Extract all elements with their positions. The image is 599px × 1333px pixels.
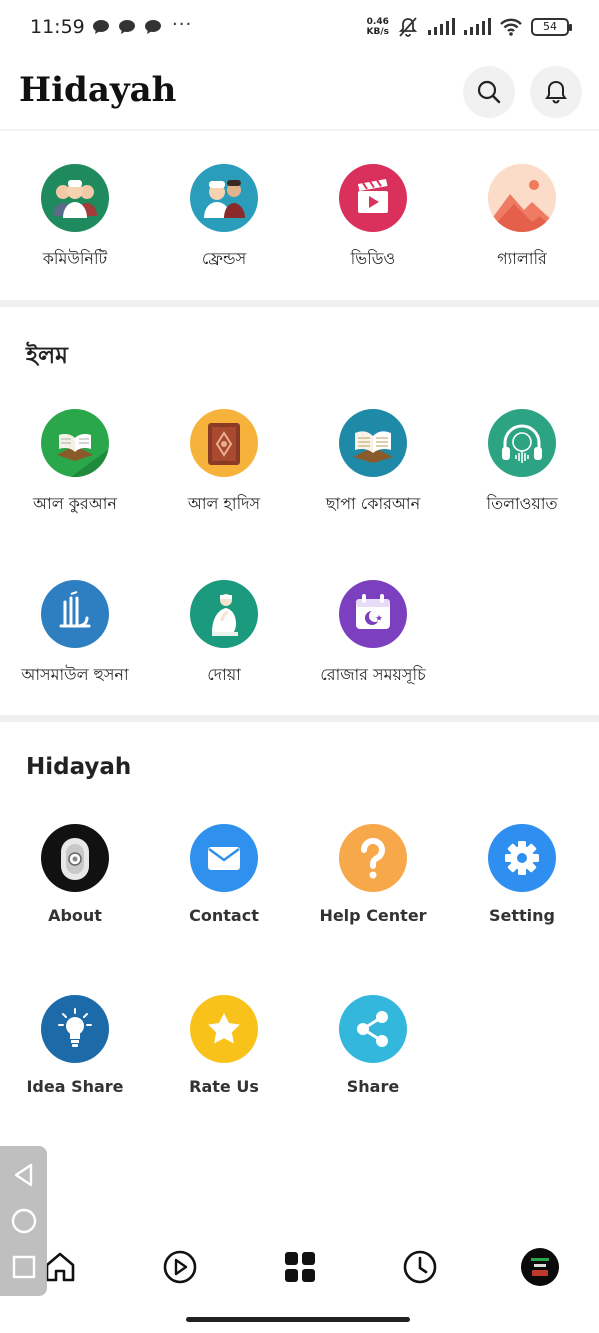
chat-bubble-icon	[145, 20, 161, 34]
setting-item[interactable]: Setting	[447, 824, 597, 925]
help-center-label: Help Center	[319, 906, 427, 925]
video-label: ভিডিও	[350, 249, 396, 268]
battery-icon: 54	[531, 18, 572, 36]
tilawat-icon	[488, 409, 556, 477]
search-button[interactable]	[463, 66, 515, 118]
about-label: About	[48, 906, 102, 925]
help-icon	[339, 824, 407, 892]
printed-quran-label: ছাপা কোরআন	[325, 494, 421, 513]
bottom-navigation	[0, 1237, 599, 1297]
avatar	[521, 1248, 559, 1286]
community-icon	[41, 164, 109, 232]
contact-label: Contact	[189, 906, 259, 925]
setting-label: Setting	[489, 906, 555, 925]
notifications-button[interactable]	[530, 66, 582, 118]
quran-icon	[41, 409, 109, 477]
nav-history[interactable]	[390, 1237, 450, 1297]
notification-icons	[92, 19, 162, 35]
gallery-icon	[488, 164, 556, 232]
status-bar: 11:59 ··· 0.46 KB/s 54	[0, 0, 599, 56]
about-icon	[41, 824, 109, 892]
allah-icon	[41, 580, 109, 648]
nav-menu[interactable]	[270, 1237, 330, 1297]
play-icon	[163, 1250, 197, 1284]
printed-quran-icon	[339, 409, 407, 477]
speed-unit: KB/s	[366, 27, 389, 37]
rate-us-item[interactable]: Rate Us	[149, 995, 299, 1096]
lightbulb-icon	[41, 995, 109, 1063]
star-icon	[190, 995, 258, 1063]
fasting-calendar-icon	[339, 580, 407, 648]
gear-icon	[488, 824, 556, 892]
al-quran-item[interactable]: আল কুরআন	[0, 409, 150, 518]
clock-icon	[403, 1250, 437, 1284]
app-header: Hidayah	[0, 60, 599, 130]
app-title: Hidayah	[19, 70, 177, 110]
al-hadith-label: আল হাদিস	[187, 494, 261, 513]
home-icon	[45, 1252, 75, 1282]
share-item[interactable]: Share	[298, 995, 448, 1096]
rate-us-label: Rate Us	[189, 1077, 259, 1096]
grid-icon	[285, 1252, 315, 1282]
fasting-schedule-label: রোজার সময়সূচি	[320, 665, 426, 684]
signal-icon	[428, 18, 455, 35]
search-icon	[477, 80, 501, 104]
back-icon[interactable]	[11, 1162, 37, 1188]
bell-icon	[545, 80, 567, 104]
share-label: Share	[346, 1077, 400, 1096]
chat-bubble-icon	[93, 20, 109, 34]
asmaul-husna-label: আসমাউল হুসনা	[21, 665, 129, 684]
video-icon	[339, 164, 407, 232]
dua-icon	[190, 580, 258, 648]
dua-label: দোয়া	[207, 665, 241, 684]
mute-bell-icon	[398, 17, 418, 37]
idea-share-label: Idea Share	[26, 1077, 124, 1096]
gallery-item[interactable]: গ্যালারি	[447, 164, 597, 273]
mail-icon	[190, 824, 258, 892]
community-label: কমিউনিটি	[42, 249, 108, 268]
home-circle-icon[interactable]	[10, 1207, 38, 1235]
friends-item[interactable]: ফ্রেন্ডস	[149, 164, 299, 273]
chat-bubble-icon	[119, 20, 135, 34]
section-divider	[0, 300, 599, 307]
wifi-icon	[500, 18, 522, 36]
friends-label: ফ্রেন্ডস	[201, 249, 247, 268]
speed-value: 0.46	[366, 17, 389, 27]
gallery-label: গ্যালারি	[497, 249, 547, 268]
gesture-home-bar[interactable]	[186, 1317, 410, 1322]
share-icon	[339, 995, 407, 1063]
community-item[interactable]: কমিউনিটি	[0, 164, 150, 273]
friends-icon	[190, 164, 258, 232]
nav-profile[interactable]	[510, 1237, 570, 1297]
fasting-schedule-item[interactable]: রোজার সময়সূচি	[298, 580, 448, 689]
signal-icon	[464, 18, 491, 35]
dua-item[interactable]: দোয়া	[149, 580, 299, 689]
asmaul-husna-item[interactable]: আসমাউল হুসনা	[0, 580, 150, 689]
hidayah-section-title: Hidayah	[26, 754, 132, 780]
idea-share-item[interactable]: Idea Share	[0, 995, 150, 1096]
help-center-item[interactable]: Help Center	[298, 824, 448, 925]
network-speed: 0.46 KB/s	[367, 17, 389, 37]
contact-item[interactable]: Contact	[149, 824, 299, 925]
printed-quran-item[interactable]: ছাপা কোরআন	[298, 409, 448, 518]
more-notifications: ···	[172, 14, 193, 35]
header-divider	[0, 129, 599, 131]
about-item[interactable]: About	[0, 824, 150, 925]
ilm-section-title: ইলম	[26, 343, 68, 369]
section-divider	[0, 715, 599, 722]
video-item[interactable]: ভিডিও	[298, 164, 448, 273]
tilawat-item[interactable]: তিলাওয়াত	[447, 409, 597, 518]
floating-system-nav	[0, 1146, 47, 1296]
status-time: 11:59	[30, 16, 85, 38]
al-quran-label: আল কুরআন	[33, 494, 117, 513]
nav-videos[interactable]	[150, 1237, 210, 1297]
recents-icon[interactable]	[11, 1254, 37, 1280]
hadith-icon	[190, 409, 258, 477]
tilawat-label: তিলাওয়াত	[486, 494, 558, 513]
al-hadith-item[interactable]: আল হাদিস	[149, 409, 299, 518]
